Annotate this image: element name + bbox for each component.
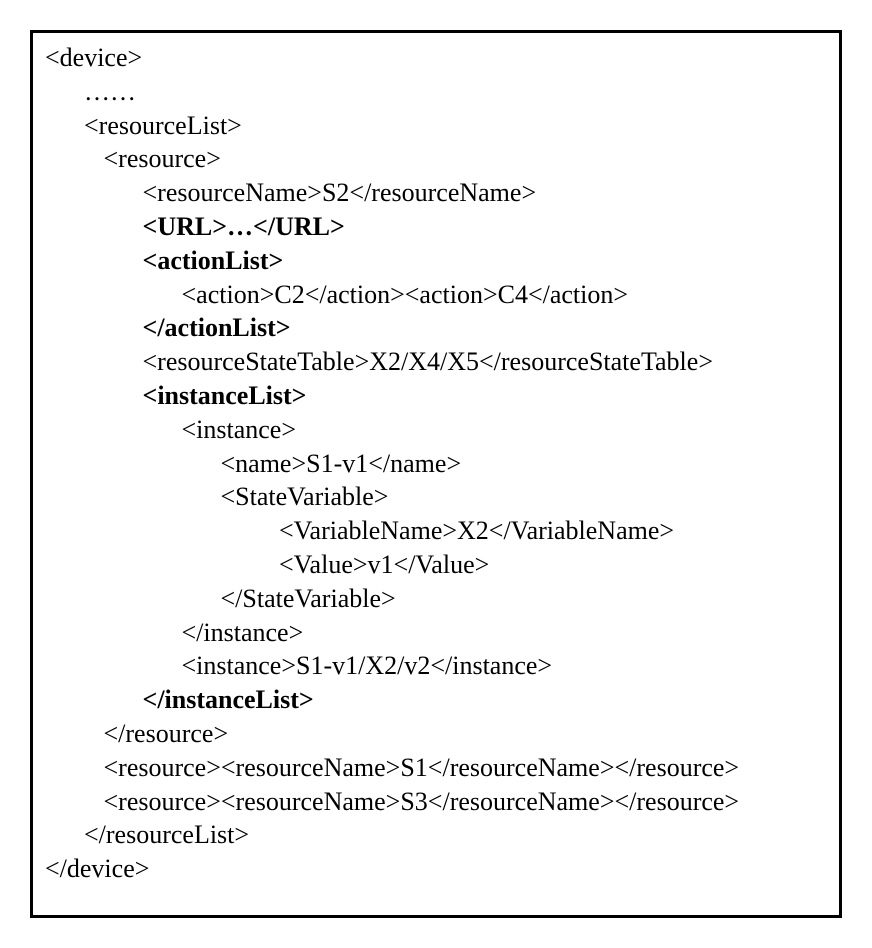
code-line: </actionList> [45,311,827,345]
code-line: </StateVariable> [45,582,827,616]
code-line: <resource><resourceName>S1</resourceName… [45,751,827,785]
code-line: </resource> [45,717,827,751]
code-line: </instanceList> [45,683,827,717]
code-line: <resource> [45,142,827,176]
code-line: <resourceList> [45,109,827,143]
code-line: <resourceName>S2</resourceName> [45,176,827,210]
code-line: <instance> [45,413,827,447]
code-line: <Value>v1</Value> [45,548,827,582]
code-line: <StateVariable> [45,480,827,514]
code-line: </device> [45,852,827,886]
code-line: <actionList> [45,244,827,278]
code-line: </instance> [45,616,827,650]
code-line: <resourceStateTable>X2/X4/X5</resourceSt… [45,345,827,379]
code-line: …… [45,75,827,109]
code-line: <device> [45,41,827,75]
code-line: <resource><resourceName>S3</resourceName… [45,785,827,819]
xml-document-box: <device> …… <resourceList> <resource> <r… [30,30,842,918]
page-container: <device> …… <resourceList> <resource> <r… [0,0,872,948]
code-line: </resourceList> [45,818,827,852]
code-line: <URL>…</URL> [45,210,827,244]
code-line: <name>S1-v1</name> [45,447,827,481]
code-line: <VariableName>X2</VariableName> [45,514,827,548]
code-line: <instance>S1-v1/X2/v2</instance> [45,649,827,683]
code-line: <instanceList> [45,379,827,413]
code-line: <action>C2</action><action>C4</action> [45,278,827,312]
